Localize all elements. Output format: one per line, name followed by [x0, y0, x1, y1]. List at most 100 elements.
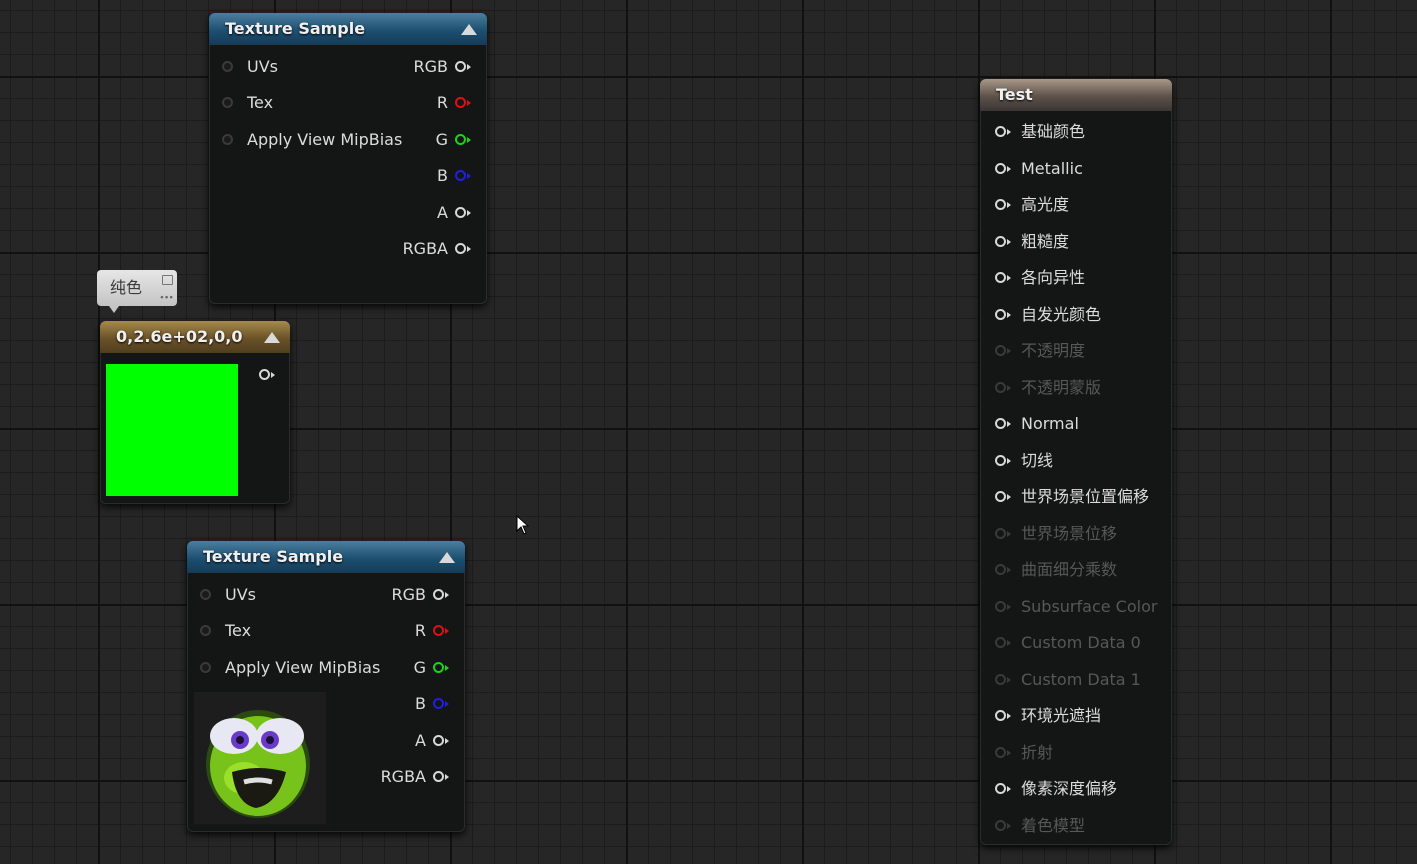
material-input-pin[interactable] — [995, 381, 1011, 393]
a-output-pin[interactable] — [455, 207, 471, 218]
node-title: 0,2.6e+02,0,0 — [116, 327, 243, 346]
node-header[interactable]: Texture Sample — [187, 541, 465, 573]
tex-input-pin[interactable] — [222, 97, 233, 108]
material-input-label: 高光度 — [1021, 195, 1070, 214]
material-input-label: Subsurface Color — [1021, 596, 1158, 616]
material-input-label: 折射 — [1021, 742, 1054, 762]
b-output-label: B — [437, 166, 448, 185]
mouse-cursor-icon — [516, 515, 530, 535]
material-input-label: 基础颜色 — [1021, 122, 1086, 141]
node-header[interactable]: 0,2.6e+02,0,0 — [100, 321, 290, 353]
material-input-pin[interactable] — [995, 600, 1011, 612]
g-output-pin[interactable] — [433, 662, 449, 673]
uvs-input-pin[interactable] — [200, 589, 211, 600]
material-input-pin[interactable] — [995, 527, 1011, 539]
constant-vector-node[interactable]: 0,2.6e+02,0,0 — [100, 321, 290, 504]
r-output-pin[interactable] — [433, 625, 449, 636]
grip-icon: ∙∙∙ — [159, 293, 174, 303]
material-input-pin[interactable] — [995, 710, 1011, 721]
rgb-output-label: RGB — [413, 57, 449, 76]
material-input-pin[interactable] — [995, 199, 1011, 210]
node-header[interactable]: Texture Sample — [209, 13, 487, 45]
material-input-label: Custom Data 1 — [1021, 669, 1141, 689]
material-input-pin[interactable] — [995, 783, 1011, 794]
rgba-output-pin[interactable] — [433, 771, 449, 782]
collapse-arrow-icon[interactable] — [264, 332, 280, 343]
node-title: Texture Sample — [225, 19, 366, 38]
a-output-label: A — [437, 203, 448, 222]
tex-input-label: Tex — [225, 621, 252, 640]
g-output-label: G — [435, 130, 448, 149]
rgba-output-pin[interactable] — [455, 243, 471, 254]
comment-bubble[interactable]: 纯色 ∙∙∙ — [97, 270, 177, 313]
material-input-pin[interactable] — [995, 637, 1011, 648]
collapse-arrow-icon[interactable] — [461, 24, 477, 35]
material-input-pin[interactable] — [995, 126, 1011, 137]
material-input-label: 世界场景位置偏移 — [1021, 487, 1150, 506]
tex-input-label: Tex — [247, 93, 274, 112]
material-input-pin[interactable] — [995, 272, 1011, 283]
material-input-label: Custom Data 0 — [1021, 633, 1141, 652]
pin-icon[interactable] — [162, 275, 173, 285]
r-output-label: R — [436, 93, 448, 112]
material-input-label: 环境光遮挡 — [1021, 706, 1102, 725]
material-input-label: 各向异性 — [1021, 268, 1086, 287]
material-input-label: 切线 — [1021, 450, 1054, 470]
color-swatch — [106, 364, 238, 496]
texture-thumbnail-graphic — [206, 710, 310, 818]
g-output-pin[interactable] — [455, 134, 471, 145]
material-input-label: 曲面细分乘数 — [1021, 560, 1118, 579]
b-output-pin[interactable] — [433, 698, 449, 709]
material-input-pin[interactable] — [995, 345, 1011, 356]
texture-sample-node-bottom[interactable]: Texture Sample UVs Tex Apply View MipBia… — [187, 541, 465, 832]
output-pin[interactable] — [259, 369, 275, 380]
uvs-input-label: UVs — [247, 57, 278, 76]
material-input-label: 粗糙度 — [1021, 231, 1070, 251]
rgba-output-label: RGBA — [402, 239, 448, 258]
tex-input-pin[interactable] — [200, 625, 211, 636]
node-title: Texture Sample — [203, 547, 344, 566]
material-input-pin[interactable] — [995, 491, 1011, 502]
apply-view-mipbias-input-label: Apply View MipBias — [225, 658, 381, 677]
material-input-pin[interactable] — [995, 564, 1011, 575]
g-output-label: G — [413, 658, 426, 677]
material-input-label: 世界场景位移 — [1021, 523, 1118, 543]
material-input-pin[interactable] — [995, 746, 1011, 758]
a-output-label: A — [415, 731, 426, 750]
material-input-label: 不透明度 — [1021, 341, 1086, 360]
material-input-label: 像素深度偏移 — [1021, 779, 1118, 798]
rgb-output-pin[interactable] — [433, 589, 449, 600]
apply-view-mipbias-input-label: Apply View MipBias — [247, 130, 403, 149]
material-input-pin[interactable] — [995, 308, 1011, 320]
rgb-output-pin[interactable] — [455, 61, 471, 72]
material-input-label: 自发光颜色 — [1021, 304, 1102, 324]
uvs-input-label: UVs — [225, 585, 256, 604]
material-input-pin[interactable] — [995, 235, 1011, 247]
apply-view-mipbias-input-pin[interactable] — [200, 662, 211, 673]
material-input-label: 着色模型 — [1021, 815, 1086, 835]
node-title: Test — [996, 85, 1033, 104]
material-input-label: 不透明蒙版 — [1021, 377, 1102, 397]
b-output-pin[interactable] — [455, 170, 471, 181]
material-result-node[interactable]: Test 基础颜色 Metallic 高光度粗糙度各向异性自发光颜色不透明度不透明蒙… — [980, 79, 1172, 845]
material-input-label: Normal — [1021, 414, 1079, 433]
apply-view-mipbias-input-pin[interactable] — [222, 134, 233, 145]
material-input-pin[interactable] — [995, 454, 1011, 466]
r-output-label: R — [414, 621, 426, 640]
material-input-pin[interactable] — [995, 819, 1011, 831]
node-header[interactable]: Test — [980, 79, 1172, 111]
texture-thumbnail-icon — [194, 692, 326, 824]
r-output-pin[interactable] — [455, 97, 471, 108]
material-input-pin[interactable] — [995, 162, 1011, 174]
material-input-label: Metallic — [1021, 158, 1083, 178]
uvs-input-pin[interactable] — [222, 61, 233, 72]
comment-text: 纯色 — [110, 278, 143, 297]
texture-sample-node-top[interactable]: Texture Sample UVs Tex Apply View MipBia… — [209, 13, 487, 304]
rgba-output-label: RGBA — [380, 767, 426, 786]
material-input-pin[interactable] — [995, 418, 1011, 429]
rgb-output-label: RGB — [391, 585, 427, 604]
b-output-label: B — [415, 694, 426, 713]
a-output-pin[interactable] — [433, 735, 449, 746]
collapse-arrow-icon[interactable] — [439, 552, 455, 563]
material-input-pin[interactable] — [995, 673, 1011, 685]
